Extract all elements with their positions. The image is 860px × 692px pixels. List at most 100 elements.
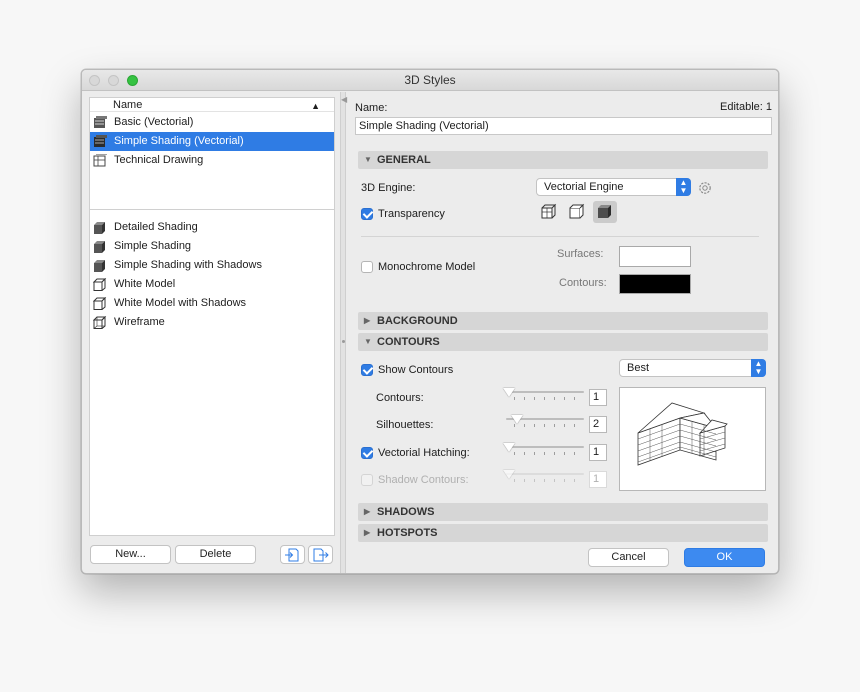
import-style-button[interactable]	[280, 545, 305, 564]
list-item-label: Detailed Shading	[114, 221, 198, 233]
disclosure-expanded-icon: ▼	[364, 337, 372, 346]
transparency-checkbox[interactable]	[361, 208, 373, 220]
list-item-white-model-shadows[interactable]: White Model with Shadows	[90, 294, 334, 313]
shaded-box-icon	[94, 260, 105, 272]
slider-ticks	[514, 479, 582, 482]
select-arrows-icon: ▲ ▼	[751, 359, 766, 377]
contours-color-well[interactable]	[619, 274, 691, 294]
list-item-label: White Model with Shadows	[114, 297, 247, 309]
zoom-window-button[interactable]	[127, 75, 138, 86]
technical-drawing-icon	[93, 154, 107, 167]
shaded-box-icon	[94, 222, 105, 234]
slider-ticks	[514, 397, 582, 400]
shadow-contours-checkbox[interactable]	[361, 474, 373, 486]
list-item-basic-vectorial[interactable]: Basic (Vectorial)	[90, 113, 334, 132]
editable-count: Editable: 1	[720, 101, 772, 113]
vectorial-hatching-label: Vectorial Hatching:	[378, 447, 470, 459]
disclosure-collapsed-icon: ▶	[364, 316, 371, 325]
silhouettes-width-value[interactable]: 2	[589, 416, 607, 433]
export-icon	[313, 548, 329, 562]
render-mode-vectorial-button[interactable]	[537, 201, 561, 223]
select-arrows-icon: ▲ ▼	[676, 178, 691, 196]
slider-ticks	[514, 424, 582, 427]
vectorial-hatching-thumb[interactable]	[503, 443, 515, 452]
contours-width-value[interactable]: 1	[589, 389, 607, 406]
contours-color-label: Contours:	[559, 277, 607, 289]
vectorial-style-icon	[94, 135, 107, 147]
section-background-title: BACKGROUND	[377, 315, 458, 327]
list-header-name[interactable]: Name ▲	[90, 98, 334, 112]
list-item-detailed-shading[interactable]: Detailed Shading	[90, 218, 334, 237]
white-box-icon	[93, 297, 107, 310]
list-item-technical-drawing[interactable]: Technical Drawing	[90, 151, 334, 170]
vectorial-hatching-slider[interactable]	[506, 446, 584, 448]
section-general[interactable]: ▼ GENERAL	[358, 151, 768, 169]
white-box-icon	[93, 278, 107, 291]
list-item-label: Simple Shading	[114, 240, 192, 252]
name-label: Name:	[355, 102, 388, 114]
export-style-button[interactable]	[308, 545, 333, 564]
monochrome-checkbox[interactable]	[361, 261, 373, 273]
silhouettes-width-thumb[interactable]	[511, 415, 523, 424]
brick-house-preview-icon	[637, 402, 728, 466]
delete-style-button[interactable]: Delete	[175, 545, 256, 564]
list-separator	[90, 209, 334, 210]
engine-select-value: Vectorial Engine	[544, 181, 624, 193]
gear-icon[interactable]	[697, 180, 713, 196]
wireframe-box-icon	[93, 316, 107, 329]
list-item-label: White Model	[114, 278, 176, 290]
engine-select[interactable]: Vectorial Engine ▲ ▼	[536, 178, 691, 196]
section-shadows[interactable]: ▶ SHADOWS	[358, 503, 768, 521]
shadow-contours-label: Shadow Contours:	[378, 474, 469, 486]
contours-width-thumb[interactable]	[503, 388, 515, 397]
disclosure-expanded-icon: ▼	[364, 155, 372, 164]
shaded-box-icon	[94, 241, 105, 253]
shadow-contours-slider	[506, 473, 584, 475]
style-name-field[interactable]: Simple Shading (Vectorial)	[355, 117, 772, 135]
disclosure-collapsed-icon: ▶	[364, 528, 371, 537]
monochrome-label: Monochrome Model	[378, 261, 476, 273]
disclosure-collapsed-icon: ▶	[364, 507, 371, 516]
section-hotspots-title: HOTSPOTS	[377, 527, 438, 539]
style-list[interactable]: Name ▲ Basic (Vectorial) Simple Shading …	[89, 97, 335, 536]
render-mode-white-button[interactable]	[565, 201, 589, 223]
list-item-simple-shading-shadows[interactable]: Simple Shading with Shadows	[90, 256, 334, 275]
list-item-wireframe[interactable]: Wireframe	[90, 313, 334, 332]
cancel-button[interactable]: Cancel	[588, 548, 669, 567]
shaded-mode-icon	[598, 205, 611, 218]
vectorial-hatching-value[interactable]: 1	[589, 444, 607, 461]
split-divider[interactable]	[340, 92, 346, 573]
import-icon	[285, 548, 299, 562]
collapse-panel-icon[interactable]: ◀	[341, 95, 347, 104]
section-shadows-title: SHADOWS	[377, 506, 435, 518]
minimize-window-button[interactable]	[108, 75, 119, 86]
ok-button[interactable]: OK	[684, 548, 765, 567]
render-mode-shaded-button[interactable]	[593, 201, 617, 223]
list-item-white-model[interactable]: White Model	[90, 275, 334, 294]
vectorial-hatching-checkbox[interactable]	[361, 447, 373, 459]
show-contours-checkbox[interactable]	[361, 364, 373, 376]
contours-width-label: Contours:	[376, 392, 424, 404]
new-style-button[interactable]: New...	[90, 545, 171, 564]
section-contours[interactable]: ▼ CONTOURS	[358, 333, 768, 351]
list-item-simple-shading-vectorial[interactable]: Simple Shading (Vectorial)	[90, 132, 334, 151]
white-mode-icon	[569, 203, 585, 219]
list-item-label: Wireframe	[114, 316, 165, 328]
contour-quality-select[interactable]: Best ▲ ▼	[619, 359, 766, 377]
contours-width-slider[interactable]	[506, 391, 584, 393]
section-background[interactable]: ▶ BACKGROUND	[358, 312, 768, 330]
list-item-label: Basic (Vectorial)	[114, 116, 194, 128]
list-item-simple-shading[interactable]: Simple Shading	[90, 237, 334, 256]
sort-ascending-icon: ▲	[311, 101, 320, 111]
list-header-label: Name	[113, 99, 143, 111]
contour-quality-value: Best	[627, 362, 650, 374]
title-bar: 3D Styles	[82, 70, 778, 91]
silhouettes-width-label: Silhouettes:	[376, 419, 434, 431]
general-divider	[361, 236, 759, 237]
section-hotspots[interactable]: ▶ HOTSPOTS	[358, 524, 768, 542]
transparency-label: Transparency	[378, 208, 445, 220]
surfaces-color-well[interactable]	[619, 246, 691, 267]
shadow-contours-thumb	[503, 470, 515, 479]
close-window-button[interactable]	[89, 75, 100, 86]
dialog-window: 3D Styles Name ▲ Basic (Vectorial) Simpl…	[81, 69, 779, 574]
